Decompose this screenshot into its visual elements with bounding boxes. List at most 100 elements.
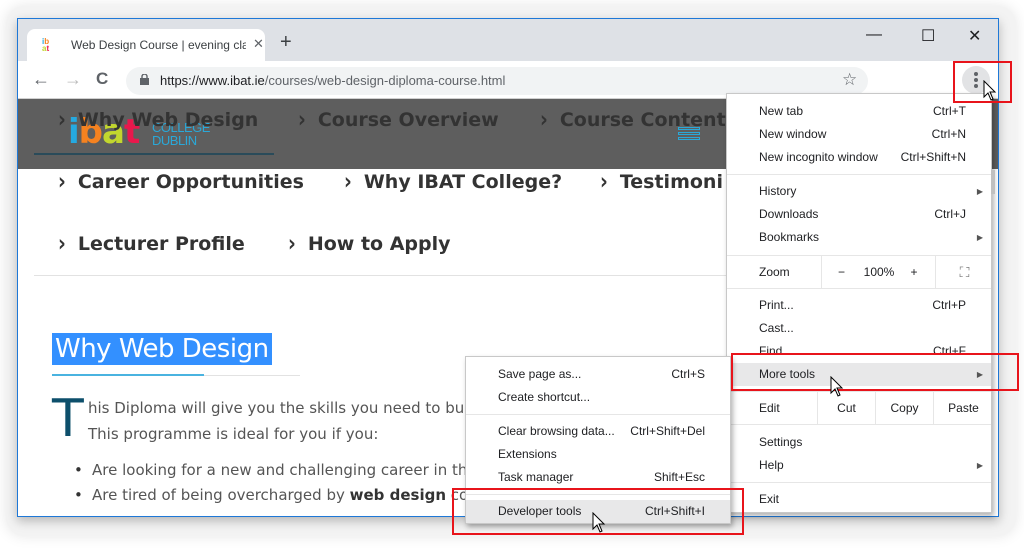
minimize-button[interactable]: — [866,26,882,44]
cut-button[interactable]: Cut [817,392,875,425]
zoom-out-button[interactable]: − [821,256,861,289]
chrome-main-menu: New tab Ctrl+T New window Ctrl+N New incog… [726,93,995,513]
fullscreen-button[interactable]: ⛶ [935,256,993,289]
menu-item-shortcut: Ctrl+Shift+Del [630,424,705,438]
mouse-cursor-icon [830,376,844,397]
nav-link-lecturer-profile[interactable]: › Lecturer Profile [58,231,245,257]
list-item: Are looking for a new and challenging ca… [74,461,497,479]
zoom-value: 100% [863,265,895,279]
menu-item-save-page[interactable]: Save page as... Ctrl+S [466,363,730,386]
menu-item-label: New tab [759,104,804,118]
menu-item-clear-browsing-data[interactable]: Clear browsing data... Ctrl+Shift+Del [466,420,730,443]
mouse-cursor-icon [592,512,606,533]
favicon-icon: ib at [42,37,50,53]
list-item: Are tired of being overcharged by web de… [74,486,502,504]
url-path: /courses/web-design-diploma-course.html [264,73,506,88]
section-divider [34,275,734,276]
menu-separator [727,174,991,175]
zoom-row: Zoom − 100% + ⛶ [727,255,991,289]
close-window-button[interactable]: ✕ [968,26,981,46]
menu-item-help[interactable]: Help ▶ [727,454,991,477]
menu-item-downloads[interactable]: Downloads Ctrl+J [727,203,991,226]
forward-button[interactable]: → [64,69,82,90]
menu-item-find[interactable]: Find... Ctrl+F [727,340,991,354]
chevron-right-icon: › [600,168,608,196]
list-item-text: Are tired of being overcharged by [92,486,350,504]
menu-item-shortcut: Ctrl+F [933,344,966,354]
menu-item-label: New incognito window [759,150,878,164]
mouse-cursor-icon [983,80,997,101]
menu-item-label: Extensions [498,447,557,461]
menu-item-shortcut: Ctrl+P [932,298,966,312]
menu-item-create-shortcut[interactable]: Create shortcut... [466,386,730,409]
menu-item-label: Cast... [759,321,794,335]
url-text[interactable]: https://www.ibat.ie/courses/web-design-d… [160,73,505,88]
menu-separator [466,414,730,415]
nav-link-career-opportunities[interactable]: › Career Opportunities [58,169,304,195]
heading-underline [52,374,300,376]
logo-city: DUBLIN [152,133,197,148]
edit-label: Edit [759,401,780,415]
menu-item-label: Print... [759,298,794,312]
menu-item-label: History [759,184,797,198]
list-item-text: Are looking for a new and challenging ca… [92,461,497,479]
nav-link-label: Course Content [559,109,726,131]
menu-item-history[interactable]: History ▶ [727,180,991,203]
maximize-button[interactable]: ☐ [921,26,935,46]
nav-link-course-overview[interactable]: › Course Overview [298,106,499,134]
tab-title: Web Design Course | evening cla [71,38,246,52]
browser-tab[interactable]: ib at Web Design Course | evening cla ✕ [27,29,265,61]
submenu-arrow-icon: ▶ [976,461,983,470]
bookmark-star-icon[interactable]: ☆ [842,70,857,90]
nav-link-why-ibat[interactable]: › Why IBAT College? [344,169,563,195]
hamburger-menu-icon[interactable] [678,127,700,142]
tab-close-icon[interactable]: ✕ [253,36,264,52]
menu-item-shortcut: Ctrl+N [931,127,966,141]
menu-item-extensions[interactable]: Extensions [466,443,730,466]
address-bar[interactable]: https://www.ibat.ie/courses/web-design-d… [126,67,868,95]
menu-item-label: Create shortcut... [498,390,591,404]
screenshot-stage: ib at Web Design Course | evening cla ✕ +… [0,0,1024,554]
back-button[interactable]: ← [32,69,50,90]
menu-item-new-window[interactable]: New window Ctrl+N [727,123,991,146]
menu-item-label: Help [759,458,784,472]
menu-item-label: Bookmarks [759,230,820,244]
annotation-box-more-tools [731,353,1019,391]
reload-button[interactable]: C [96,69,108,89]
submenu-arrow-icon: ▶ [976,187,983,196]
menu-item-label: New window [759,127,827,141]
paragraph-line: This programme is ideal for you if you: [88,425,379,443]
menu-item-cast[interactable]: Cast... [727,317,991,340]
menu-item-exit[interactable]: Exit [727,488,991,511]
list-item-bold: web design [349,486,447,504]
nav-link-why-web-design[interactable]: › Why Web Design [58,107,259,133]
nav-link-label: Why IBAT College? [363,171,563,193]
menu-item-shortcut: Ctrl+S [671,367,705,381]
nav-link-label: Career Opportunities [77,171,304,193]
menu-item-label: Find... [759,344,793,354]
chevron-right-icon: › [298,106,306,134]
menu-item-shortcut: Ctrl+Shift+N [900,150,966,164]
menu-item-new-incognito[interactable]: New incognito window Ctrl+Shift+N [727,146,991,169]
nav-link-label: Course Overview [317,109,499,131]
nav-link-how-to-apply[interactable]: › How to Apply [288,230,451,258]
chevron-right-icon: › [288,230,296,258]
menu-item-print[interactable]: Print... Ctrl+P [727,294,991,317]
nav-link-testimonials[interactable]: › Testimoni [600,168,723,196]
menu-item-label: Clear browsing data... [498,424,615,438]
zoom-label: Zoom [759,265,790,279]
menu-item-settings[interactable]: Settings [727,431,991,454]
menu-item-label: Downloads [759,207,819,221]
paste-button[interactable]: Paste [933,392,993,425]
menu-item-bookmarks[interactable]: Bookmarks ▶ [727,226,991,249]
zoom-in-button[interactable]: + [897,256,931,289]
nav-link-label: Why Web Design [77,109,259,131]
paragraph-line: his Diploma will give you the skills you… [88,399,503,417]
menu-scrollbar[interactable] [991,170,995,194]
menu-item-task-manager[interactable]: Task manager Shift+Esc [466,466,730,489]
menu-item-new-tab[interactable]: New tab Ctrl+T [727,100,991,123]
menu-item-label: Task manager [498,470,574,484]
copy-button[interactable]: Copy [875,392,933,425]
nav-link-label: How to Apply [307,233,451,255]
new-tab-button[interactable]: + [280,31,292,54]
